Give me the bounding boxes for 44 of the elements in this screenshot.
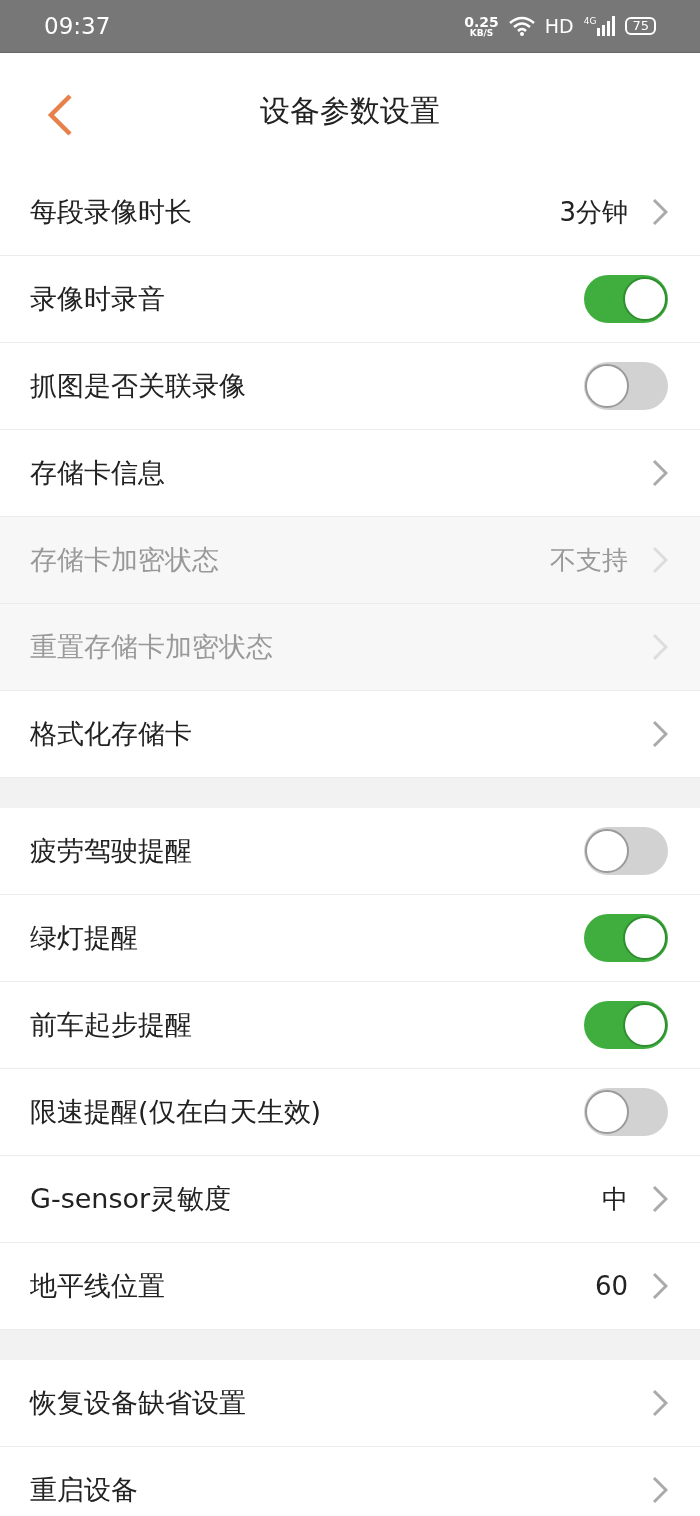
setting-label: 恢复设备缺省设置	[30, 1386, 247, 1420]
setting-label: 每段录像时长	[30, 195, 193, 229]
setting-label: 前车起步提醒	[30, 1008, 193, 1042]
toggle-switch[interactable]	[584, 827, 668, 875]
wifi-icon	[508, 16, 535, 36]
chevron-right-icon	[652, 633, 668, 661]
page-title: 设备参数设置	[260, 91, 440, 130]
chevron-right-icon	[652, 459, 668, 487]
chevron-right-icon	[652, 546, 668, 574]
setting-label: 存储卡信息	[30, 456, 166, 490]
setting-label: 地平线位置	[30, 1269, 166, 1303]
toggle-switch[interactable]	[584, 362, 668, 410]
chevron-right-icon	[652, 1185, 668, 1213]
setting-label: 限速提醒(仅在白天生效)	[30, 1095, 323, 1129]
setting-value: 中	[602, 1182, 628, 1216]
setting-value: 3分钟	[559, 195, 628, 229]
chevron-right-icon	[652, 1389, 668, 1417]
setting-value: 60	[594, 1271, 628, 1301]
setting-label: 存储卡加密状态	[30, 543, 220, 577]
chevron-right-icon	[652, 720, 668, 748]
setting-label: 重启设备	[30, 1473, 139, 1507]
setting-label: 重置存储卡加密状态	[30, 630, 274, 664]
toggle-switch[interactable]	[584, 914, 668, 962]
setting-label: 格式化存储卡	[30, 717, 193, 751]
net-speed: 0.25	[464, 14, 499, 29]
toggle-switch[interactable]	[584, 1001, 668, 1049]
back-icon[interactable]	[46, 93, 74, 137]
hd-indicator: HD	[544, 15, 574, 37]
network-type: 4G	[583, 16, 597, 26]
setting-label: 抓图是否关联录像	[30, 369, 247, 403]
toggle-switch[interactable]	[584, 275, 668, 323]
signal-icon	[597, 16, 616, 36]
setting-label: 绿灯提醒	[30, 921, 139, 955]
status-time: 09:37	[44, 13, 112, 39]
battery-indicator: 75	[625, 17, 656, 35]
setting-label: 疲劳驾驶提醒	[30, 834, 193, 868]
net-speed-unit: KB/S	[469, 28, 494, 38]
setting-label: G-sensor灵敏度	[30, 1182, 233, 1216]
chevron-right-icon	[652, 198, 668, 226]
chevron-right-icon	[652, 1476, 668, 1504]
setting-label: 录像时录音	[30, 282, 166, 316]
setting-value: 不支持	[550, 543, 628, 577]
chevron-right-icon	[652, 1272, 668, 1300]
toggle-switch[interactable]	[584, 1088, 668, 1136]
